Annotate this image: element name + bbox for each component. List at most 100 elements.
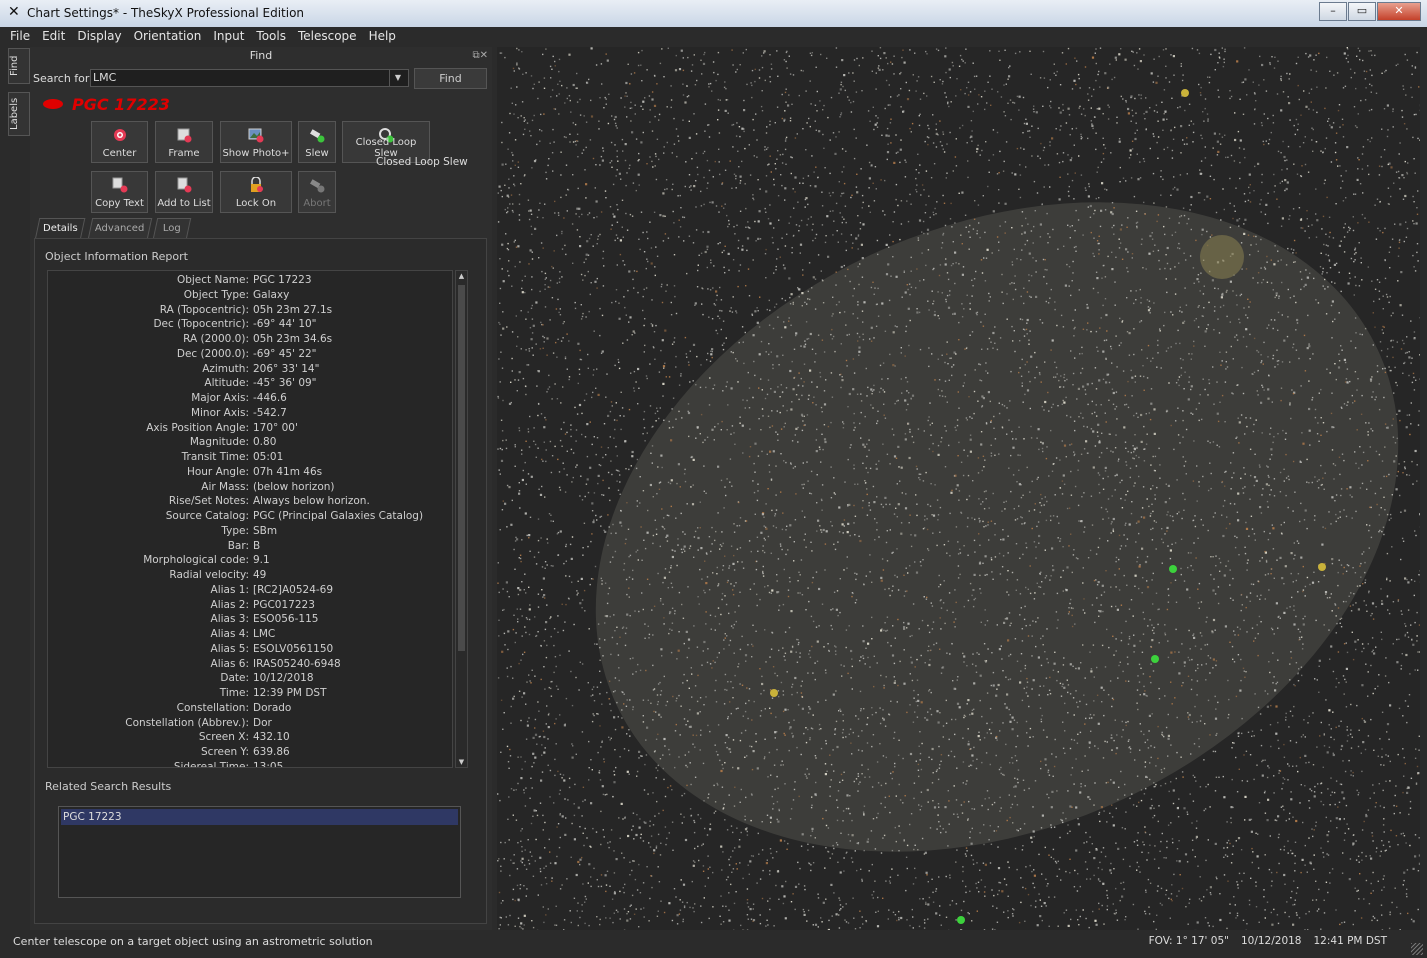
report-value: IRAS05240-6948	[253, 657, 341, 670]
report-row: RA (Topocentric): 05h 23m 27.1s	[48, 303, 452, 318]
side-tab-labels[interactable]: Labels	[8, 92, 30, 136]
status-bar: Center telescope on a target object usin…	[0, 930, 1427, 958]
frame-button-label: Frame	[168, 148, 200, 159]
report-value: 0.80	[253, 436, 277, 449]
chevron-down-icon[interactable]: ▼	[389, 69, 406, 86]
report-row: Morphological code: 9.1	[48, 553, 452, 568]
report-key: Radial velocity:	[169, 569, 249, 581]
report-row: Hour Angle: 07h 41m 46s	[48, 465, 452, 480]
frame-button[interactable]: Frame	[155, 121, 213, 163]
panel-undock-close-icon[interactable]: ⧉✕	[472, 47, 488, 64]
abort-button[interactable]: Abort	[298, 171, 336, 213]
menu-tools[interactable]: Tools	[256, 27, 286, 46]
object-title: PGC 17223	[72, 95, 170, 114]
report-key: Azimuth:	[202, 362, 249, 375]
report-row: Dec (2000.0): -69° 45' 22"	[48, 347, 452, 362]
report-key: Bar:	[227, 539, 249, 552]
report-row: Alias 5: ESOLV0561150	[48, 642, 452, 657]
status-time: 12:41 PM DST	[1313, 935, 1388, 947]
report-key: Object Type:	[183, 288, 249, 301]
report-row: Constellation: Dorado	[48, 701, 452, 716]
marked-object[interactable]	[770, 689, 778, 697]
menu-input[interactable]: Input	[213, 27, 244, 46]
slew-icon	[310, 129, 325, 143]
scroll-down-icon[interactable]: ▼	[456, 757, 467, 767]
tab-details[interactable]: Details	[34, 218, 86, 240]
marked-object[interactable]	[957, 916, 965, 924]
show-photo-button-label: Show Photo+	[222, 148, 290, 159]
report-key: Time:	[219, 687, 249, 699]
star-field[interactable]	[497, 47, 1420, 930]
marked-object[interactable]	[1169, 565, 1177, 573]
object-info-report[interactable]: Object Name: PGC 17223 Object Type: Galaxy R…	[47, 270, 453, 768]
report-key: Screen Y:	[201, 746, 249, 758]
report-value: 13:05	[253, 760, 284, 768]
report-value: 07h 41m 46s	[253, 465, 323, 478]
report-key: Sidereal Time:	[173, 760, 249, 768]
menu-telescope[interactable]: Telescope	[298, 27, 357, 46]
resize-grip[interactable]	[1411, 943, 1423, 955]
report-key: Source Catalog:	[165, 510, 249, 522]
marked-object[interactable]	[1151, 655, 1159, 663]
copy-text-button-label: Copy Text	[95, 198, 144, 209]
minimize-icon[interactable]: –	[1319, 2, 1347, 21]
maximize-icon[interactable]: ▭	[1348, 2, 1376, 21]
window-controls: – ▭ ✕	[1318, 2, 1421, 21]
menu-file[interactable]: File	[10, 27, 30, 46]
report-row: Screen Y: 639.86	[48, 745, 452, 760]
report-value: -69° 45' 22"	[253, 347, 317, 360]
marked-object[interactable]	[1318, 563, 1326, 571]
list-item[interactable]: PGC 17223	[61, 809, 458, 825]
report-row: Rise/Set Notes: Always below horizon.	[48, 494, 452, 509]
report-key: Morphological code:	[143, 554, 249, 567]
add-list-icon	[177, 177, 192, 193]
lock-on-button[interactable]: Lock On	[220, 171, 292, 213]
report-value: -542.7	[253, 406, 287, 419]
sky-chart[interactable]	[497, 47, 1420, 930]
slew-button[interactable]: Slew	[298, 121, 336, 163]
report-key: Alias 1:	[210, 583, 249, 596]
scroll-up-icon[interactable]: ▲	[456, 271, 467, 281]
menu-orientation[interactable]: Orientation	[134, 27, 202, 46]
report-value: Always below horizon.	[253, 495, 370, 508]
report-value: 432.10	[253, 731, 290, 744]
report-value: 12:39 PM DST	[253, 687, 327, 699]
menu-edit[interactable]: Edit	[42, 27, 65, 46]
target-icon	[113, 129, 126, 141]
close-icon[interactable]: ✕	[1377, 2, 1421, 21]
frame-icon	[177, 128, 192, 143]
report-value: B	[253, 539, 261, 552]
menu-help[interactable]: Help	[369, 27, 396, 46]
scrollbar-thumb[interactable]	[458, 285, 465, 651]
marked-object[interactable]	[1181, 89, 1189, 97]
menu-display[interactable]: Display	[77, 27, 121, 46]
add-to-list-button[interactable]: Add to List	[155, 171, 213, 213]
find-button[interactable]: Find	[414, 68, 487, 89]
panel-title: Find	[249, 49, 273, 62]
report-row: Constellation (Abbrev.): Dor	[48, 716, 452, 731]
report-scrollbar[interactable]: ▲ ▼	[455, 270, 468, 768]
center-button[interactable]: Center	[91, 121, 148, 163]
report-value: Dorado	[253, 701, 292, 714]
slew-button-label: Slew	[305, 148, 329, 159]
status-fov: FOV: 1° 17' 05"	[1148, 935, 1229, 947]
report-value: [RC2]A0524-69	[253, 583, 334, 596]
report-row: Bar: B	[48, 539, 452, 554]
report-row: Azimuth: 206° 33' 14"	[48, 362, 452, 377]
report-key: Screen X:	[198, 731, 249, 744]
search-input[interactable]: LMC	[90, 69, 409, 87]
tab-advanced-label: Advanced	[95, 223, 145, 234]
search-label: Search for:	[33, 72, 93, 85]
report-row: Date: 10/12/2018	[48, 671, 452, 686]
lock-icon	[251, 177, 263, 192]
copy-text-button[interactable]: Copy Text	[91, 171, 148, 213]
report-key: Constellation (Abbrev.):	[125, 716, 249, 729]
related-results-list[interactable]: PGC 17223	[58, 806, 461, 898]
report-value: 49	[253, 569, 267, 581]
report-value: SBm	[253, 524, 278, 537]
side-tab-find[interactable]: Find	[8, 48, 30, 84]
report-value: 05h 23m 27.1s	[253, 303, 333, 316]
tab-log[interactable]: Log	[152, 218, 192, 239]
show-photo-button[interactable]: Show Photo+	[220, 121, 292, 163]
tab-advanced[interactable]: Advanced	[87, 218, 153, 239]
